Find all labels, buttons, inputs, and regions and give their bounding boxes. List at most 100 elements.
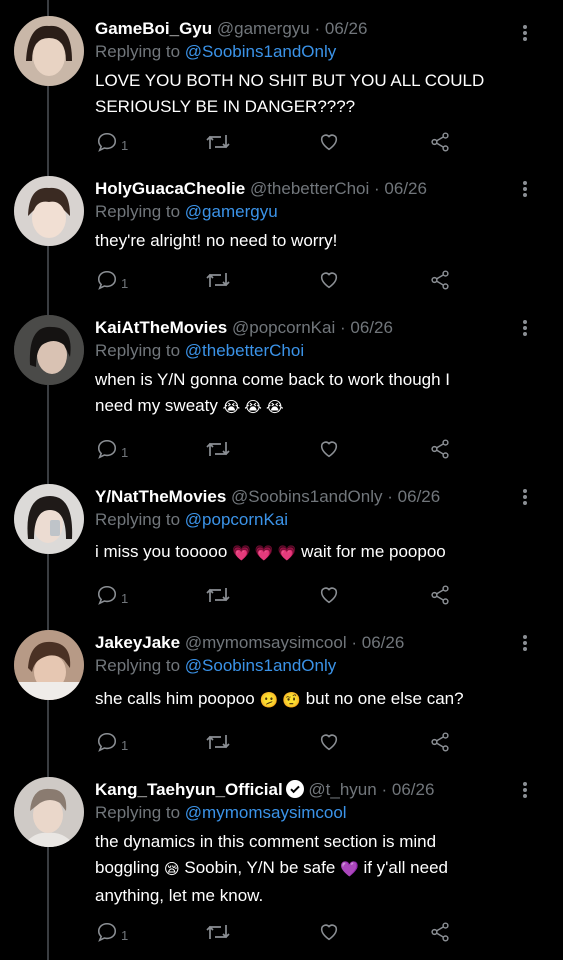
- share-button[interactable]: [429, 580, 451, 610]
- tweet-date[interactable]: 06/26: [384, 179, 427, 198]
- verified-icon: [285, 780, 304, 798]
- tweet-date[interactable]: 06/26: [392, 780, 435, 799]
- share-button[interactable]: [429, 127, 451, 157]
- avatar[interactable]: [14, 630, 84, 700]
- mention-link[interactable]: @Soobins1andOnly: [185, 42, 336, 61]
- like-button[interactable]: [318, 727, 340, 757]
- like-icon: [320, 587, 338, 604]
- reply-icon: [97, 922, 117, 942]
- tweet-actions: 1: [0, 265, 563, 295]
- share-button[interactable]: [429, 265, 451, 295]
- display-name[interactable]: Kang_Taehyun_Official: [95, 780, 283, 799]
- tweet-header: JakeyJake @mymomsaysimcool · 06/26: [95, 632, 404, 654]
- like-button[interactable]: [318, 580, 340, 610]
- reply-button[interactable]: 1: [96, 727, 128, 757]
- tweet-text-line: need my sweaty 😭 😭 😭: [95, 393, 535, 421]
- share-button[interactable]: [429, 434, 451, 464]
- tweet-text: the dynamics in this comment section is …: [95, 829, 535, 909]
- reply-button[interactable]: 1: [96, 127, 128, 157]
- tweet-date[interactable]: 06/26: [350, 318, 393, 337]
- retweet-icon: [206, 588, 230, 602]
- retweet-button[interactable]: [205, 917, 231, 947]
- tweet-date[interactable]: 06/26: [398, 487, 441, 506]
- more-options-button[interactable]: [518, 780, 532, 800]
- tweet-text-segment: wait for me poopoo: [301, 542, 446, 561]
- share-button[interactable]: [429, 917, 451, 947]
- reply-count: 1: [121, 444, 129, 460]
- tweet-header: KaiAtTheMovies @popcornKai · 06/26: [95, 317, 393, 339]
- like-icon: [320, 924, 338, 941]
- heart-emoji: 💗 💗 💗: [232, 545, 297, 562]
- separator-dot: ·: [339, 318, 346, 337]
- reply-button[interactable]: 1: [96, 265, 128, 295]
- replying-label: Replying to: [95, 803, 181, 822]
- share-icon: [431, 270, 449, 290]
- share-button[interactable]: [429, 727, 451, 757]
- reply-count: 1: [121, 927, 129, 943]
- like-button[interactable]: [318, 265, 340, 295]
- tweet-text-line: she calls him poopoo 🫤 🤨 but no one else…: [95, 686, 535, 714]
- avatar[interactable]: [14, 16, 84, 86]
- avatar[interactable]: [14, 484, 84, 554]
- avatar[interactable]: [14, 315, 84, 385]
- more-options-button[interactable]: [518, 633, 532, 653]
- tweet-text-segment: she calls him poopoo: [95, 689, 255, 708]
- like-button[interactable]: [318, 434, 340, 464]
- display-name[interactable]: GameBoi_Gyu: [95, 19, 212, 38]
- display-name[interactable]: HolyGuacaCheolie: [95, 179, 245, 198]
- retweet-icon: [206, 735, 230, 749]
- tweet-date[interactable]: 06/26: [325, 19, 368, 38]
- reply-button[interactable]: 1: [96, 434, 128, 464]
- user-handle[interactable]: @gamergyu: [217, 19, 310, 38]
- user-handle[interactable]: @thebetterChoi: [250, 179, 369, 198]
- like-button[interactable]: [318, 917, 340, 947]
- tweet-actions: 1: [0, 580, 563, 610]
- user-handle[interactable]: @popcornKai: [232, 318, 335, 337]
- display-name[interactable]: KaiAtTheMovies: [95, 318, 227, 337]
- retweet-button[interactable]: [205, 727, 231, 757]
- more-options-button[interactable]: [518, 23, 532, 43]
- retweet-button[interactable]: [205, 127, 231, 157]
- more-options-button[interactable]: [518, 318, 532, 338]
- tweet-text-line: boggling 😪 Soobin, Y/N be safe 💜 if y'al…: [95, 855, 535, 883]
- replying-to: Replying to @thebetterChoi: [95, 340, 304, 362]
- mention-link[interactable]: @thebetterChoi: [185, 341, 304, 360]
- replying-to: Replying to @popcornKai: [95, 509, 288, 531]
- reply-button[interactable]: 1: [96, 580, 128, 610]
- tweet-text: she calls him poopoo 🫤 🤨 but no one else…: [95, 686, 535, 714]
- more-options-button[interactable]: [518, 487, 532, 507]
- reply-count: 1: [121, 590, 129, 606]
- reply-icon: [97, 439, 117, 459]
- retweet-button[interactable]: [205, 580, 231, 610]
- display-name[interactable]: JakeyJake: [95, 633, 180, 652]
- display-name[interactable]: Y/NatTheMovies: [95, 487, 226, 506]
- tweet-text: LOVE YOU BOTH NO SHIT BUT YOU ALL COULD …: [95, 68, 535, 120]
- mention-link[interactable]: @gamergyu: [185, 202, 278, 221]
- avatar[interactable]: [14, 777, 84, 847]
- retweet-button[interactable]: [205, 434, 231, 464]
- reply-button[interactable]: 1: [96, 917, 128, 947]
- separator-dot: ·: [387, 487, 393, 506]
- reply-count: 1: [121, 737, 129, 753]
- user-handle[interactable]: @Soobins1andOnly: [231, 487, 382, 506]
- tweet-text-line: when is Y/N gonna come back to work thou…: [95, 370, 450, 389]
- tweet-text-segment: boggling: [95, 858, 160, 877]
- more-options-button[interactable]: [518, 179, 532, 199]
- user-handle[interactable]: @t_hyun: [308, 780, 376, 799]
- replying-to: Replying to @gamergyu: [95, 201, 278, 223]
- replying-to: Replying to @Soobins1andOnly: [95, 655, 336, 677]
- share-icon: [431, 132, 449, 152]
- tweet-date[interactable]: 06/26: [362, 633, 405, 652]
- like-button[interactable]: [318, 127, 340, 157]
- like-icon: [320, 734, 338, 751]
- reply-icon: [97, 132, 117, 152]
- mention-link[interactable]: @mymomsaysimcool: [185, 803, 347, 822]
- retweet-button[interactable]: [205, 265, 231, 295]
- mention-link[interactable]: @Soobins1andOnly: [185, 656, 336, 675]
- share-icon: [431, 585, 449, 605]
- tweet-actions: 1: [0, 434, 563, 464]
- user-handle[interactable]: @mymomsaysimcool: [185, 633, 347, 652]
- mention-link[interactable]: @popcornKai: [185, 510, 288, 529]
- avatar[interactable]: [14, 176, 84, 246]
- tweet-actions: 1: [0, 917, 563, 947]
